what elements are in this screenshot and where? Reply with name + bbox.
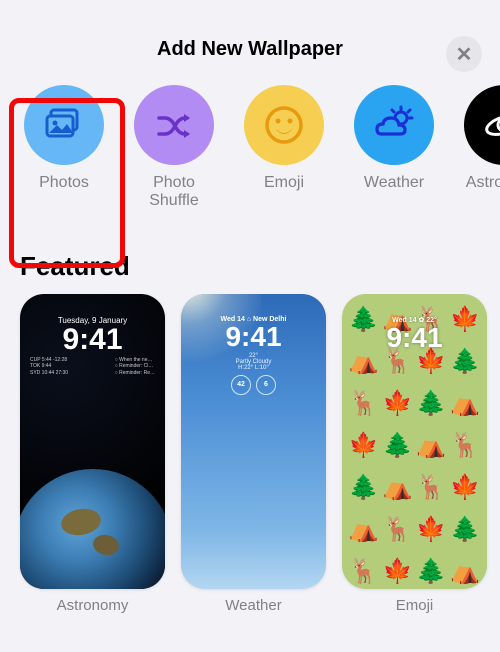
lock-widgets: CUP 5:44 -12:28 TOK 9:44 SYD 10:44 27:30…: [20, 357, 165, 377]
featured-label: Weather: [225, 597, 281, 614]
category-emoji[interactable]: Emoji: [240, 85, 328, 211]
featured-item-emoji[interactable]: Wed 14 ✿ 22° 9:41 🌲⛺🦌🍁⛺🦌🍁🌲🦌🍁🌲⛺🍁🌲⛺🦌🌲⛺🦌🍁⛺🦌…: [342, 294, 487, 614]
widget-line: ○ Reminder: Re…: [115, 370, 155, 377]
widget-line: ○ Reminder: Cl…: [115, 363, 155, 370]
emoji-cell: 🌲: [416, 552, 448, 589]
emoji-cell: 🍁: [382, 552, 414, 589]
wallpaper-preview-emoji: Wed 14 ✿ 22° 9:41 🌲⛺🦌🍁⛺🦌🍁🌲🦌🍁🌲⛺🍁🌲⛺🦌🌲⛺🦌🍁⛺🦌…: [342, 294, 487, 589]
emoji-cell: 🌲: [449, 510, 481, 550]
emoji-cell: ⛺: [449, 384, 481, 424]
emoji-cell: 🦌: [348, 384, 380, 424]
emoji-cell: 🦌: [449, 426, 481, 466]
shuffle-icon: [134, 85, 214, 165]
emoji-cell: 🌲: [416, 384, 448, 424]
earth-icon: [20, 469, 165, 589]
photos-icon: [24, 85, 104, 165]
emoji-cell: ⛺: [416, 426, 448, 466]
featured-label: Emoji: [396, 597, 434, 614]
category-row[interactable]: Photos Photo Shuffle: [0, 75, 500, 227]
category-label: Astronomy: [466, 174, 500, 192]
emoji-cell: ⛺: [348, 510, 380, 550]
weather-icon: [354, 85, 434, 165]
category-label: Emoji: [264, 174, 304, 192]
category-label: Photos: [39, 174, 89, 192]
close-button[interactable]: ✕: [446, 36, 482, 72]
featured-row[interactable]: Tuesday, 9 January 9:41 CUP 5:44 -12:28 …: [0, 294, 500, 614]
featured-label: Astronomy: [57, 597, 129, 614]
emoji-cell: ⛺: [382, 468, 414, 508]
emoji-cell: 🍁: [416, 510, 448, 550]
category-photos[interactable]: Photos: [20, 85, 108, 211]
emoji-cell: 🍁: [449, 468, 481, 508]
category-label: Photo Shuffle: [130, 174, 218, 211]
emoji-cell: 🦌: [416, 468, 448, 508]
category-photo-shuffle[interactable]: Photo Shuffle: [130, 85, 218, 211]
emoji-cell: 🌲: [348, 468, 380, 508]
emoji-icon: [244, 85, 324, 165]
category-astronomy[interactable]: Astronomy: [460, 85, 500, 211]
sun-flare-icon: [181, 294, 261, 394]
close-icon: ✕: [456, 42, 473, 67]
emoji-cell: 🦌: [348, 552, 380, 589]
wallpaper-preview-astronomy: Tuesday, 9 January 9:41 CUP 5:44 -12:28 …: [20, 294, 165, 589]
emoji-cell: 🌲: [382, 426, 414, 466]
emoji-cell: ⛺: [449, 552, 481, 589]
featured-item-weather[interactable]: Wed 14 ⌂ New Delhi 9:41 22° Partly Cloud…: [181, 294, 326, 614]
emoji-cell: 🍁: [348, 426, 380, 466]
featured-item-astronomy[interactable]: Tuesday, 9 January 9:41 CUP 5:44 -12:28 …: [20, 294, 165, 614]
wallpaper-preview-weather: Wed 14 ⌂ New Delhi 9:41 22° Partly Cloud…: [181, 294, 326, 589]
category-weather[interactable]: Weather: [350, 85, 438, 211]
sheet-header: Add New Wallpaper ✕: [0, 38, 500, 75]
category-label: Weather: [364, 174, 424, 192]
lock-time: 9:41: [342, 322, 487, 354]
emoji-cell: 🦌: [382, 510, 414, 550]
lock-time: 9:41: [20, 323, 165, 357]
wallpaper-sheet: Add New Wallpaper ✕ Photos: [0, 20, 500, 652]
astronomy-icon: [464, 85, 500, 165]
page-title: Add New Wallpaper: [157, 38, 343, 61]
section-title-featured: Featured: [0, 227, 500, 294]
emoji-cell: 🍁: [382, 384, 414, 424]
widget-line: SYD 10:44 27:30: [30, 370, 68, 377]
